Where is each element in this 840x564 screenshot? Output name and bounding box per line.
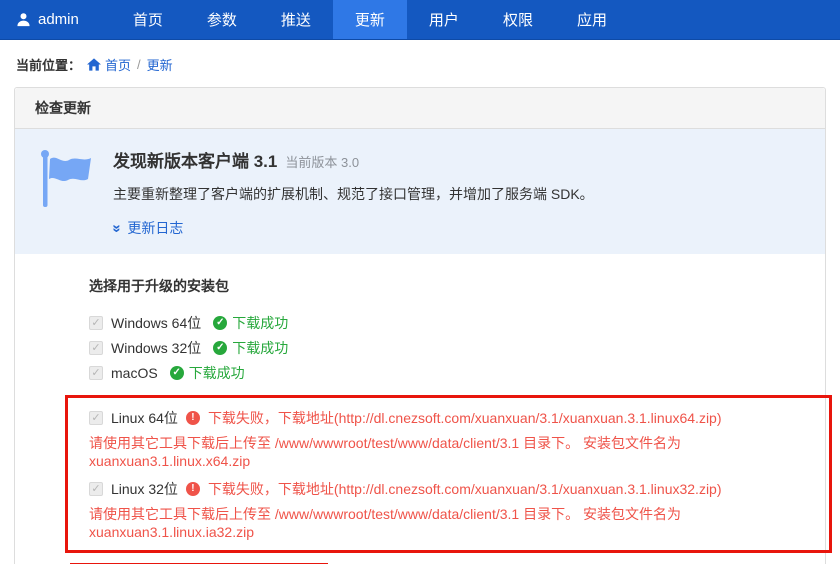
flag-icon [41, 149, 93, 207]
download-failed-text: 下载失败，下载地址(http://dl.cnezsoft.com/xuanxua… [208, 479, 722, 499]
new-version-notice: 发现新版本客户端 3.1 当前版本 3.0 主要重新整理了客户端的扩展机制、规范… [15, 129, 825, 254]
user-menu[interactable]: admin [0, 0, 95, 39]
top-navbar: admin 首页 参数 推送 更新 用户 权限 应用 [0, 0, 840, 40]
success-check-icon: ✓ [213, 316, 227, 330]
success-check-icon: ✓ [213, 341, 227, 355]
checkbox-windows32[interactable]: ✓ [89, 341, 103, 355]
user-name: admin [38, 11, 79, 28]
annotation-box-failed-packages: ✓ Linux 64位 ! 下载失败，下载地址(http://dl.cnezso… [65, 395, 832, 553]
checkbox-linux32[interactable]: ✓ [89, 482, 103, 496]
breadcrumb: 当前位置： 首页 / 更新 [0, 40, 840, 86]
home-icon [87, 58, 101, 71]
panel-title: 检查更新 [15, 88, 825, 129]
nav-item-users[interactable]: 用户 [407, 0, 481, 39]
nav-item-permissions[interactable]: 权限 [481, 0, 555, 39]
manual-upload-hint: 请使用其它工具下载后上传至 /www/wwwroot/test/www/data… [89, 433, 819, 469]
download-success-text: 下载成功 [232, 338, 288, 358]
breadcrumb-home-link[interactable]: 首页 [87, 55, 131, 74]
chevron-double-down-icon: » [110, 224, 125, 232]
check-update-panel: 检查更新 发现新版本客户端 3.1 当前版本 3.0 主要重新整理了客户端的扩展… [14, 87, 826, 564]
package-label: Windows 64位 [111, 313, 201, 333]
error-exclamation-icon: ! [186, 482, 200, 496]
package-list: ✓ Windows 64位 ✓ 下载成功 ✓ Windows 32位 ✓ 下载成… [89, 310, 817, 385]
checkbox-macos[interactable]: ✓ [89, 366, 103, 380]
nav-item-update[interactable]: 更新 [333, 0, 407, 39]
changelog-link-label: 更新日志 [127, 218, 183, 238]
package-row-macos: ✓ macOS ✓ 下载成功 [89, 360, 817, 385]
manual-upload-hint: 请使用其它工具下载后上传至 /www/wwwroot/test/www/data… [89, 504, 819, 540]
changelog-link[interactable]: » 更新日志 [113, 218, 594, 238]
package-row-linux32: ✓ Linux 32位 ! 下载失败，下载地址(http://dl.cnezso… [89, 477, 819, 540]
nav-item-push[interactable]: 推送 [259, 0, 333, 39]
checkbox-linux64[interactable]: ✓ [89, 411, 103, 425]
package-label: Linux 32位 [111, 479, 178, 499]
packages-section-title: 选择用于升级的安装包 [89, 276, 817, 296]
package-label: Linux 64位 [111, 408, 178, 428]
nav-item-apps[interactable]: 应用 [555, 0, 629, 39]
panel-body: 选择用于升级的安装包 ✓ Windows 64位 ✓ 下载成功 ✓ Window… [15, 254, 825, 564]
user-icon [16, 12, 31, 27]
download-success-text: 下载成功 [189, 363, 245, 383]
current-version-text: 当前版本 3.0 [285, 152, 359, 171]
checkbox-windows64[interactable]: ✓ [89, 316, 103, 330]
success-check-icon: ✓ [170, 366, 184, 380]
new-version-title: 发现新版本客户端 3.1 [113, 147, 277, 172]
package-row-linux64: ✓ Linux 64位 ! 下载失败，下载地址(http://dl.cnezso… [89, 406, 819, 469]
version-description: 主要重新整理了客户端的扩展机制、规范了接口管理，并增加了服务端 SDK。 [113, 184, 594, 204]
package-label: Windows 32位 [111, 338, 201, 358]
package-label: macOS [111, 365, 158, 381]
nav-item-home[interactable]: 首页 [111, 0, 185, 39]
notice-content: 发现新版本客户端 3.1 当前版本 3.0 主要重新整理了客户端的扩展机制、规范… [113, 147, 594, 238]
package-row-windows64: ✓ Windows 64位 ✓ 下载成功 [89, 310, 817, 335]
download-failed-text: 下载失败，下载地址(http://dl.cnezsoft.com/xuanxua… [208, 408, 722, 428]
download-success-text: 下载成功 [232, 313, 288, 333]
error-exclamation-icon: ! [186, 411, 200, 425]
package-row-windows32: ✓ Windows 32位 ✓ 下载成功 [89, 335, 817, 360]
breadcrumb-separator: / [137, 57, 141, 72]
breadcrumb-current-link[interactable]: 更新 [147, 55, 173, 74]
nav-item-params[interactable]: 参数 [185, 0, 259, 39]
breadcrumb-label: 当前位置： [16, 55, 81, 74]
